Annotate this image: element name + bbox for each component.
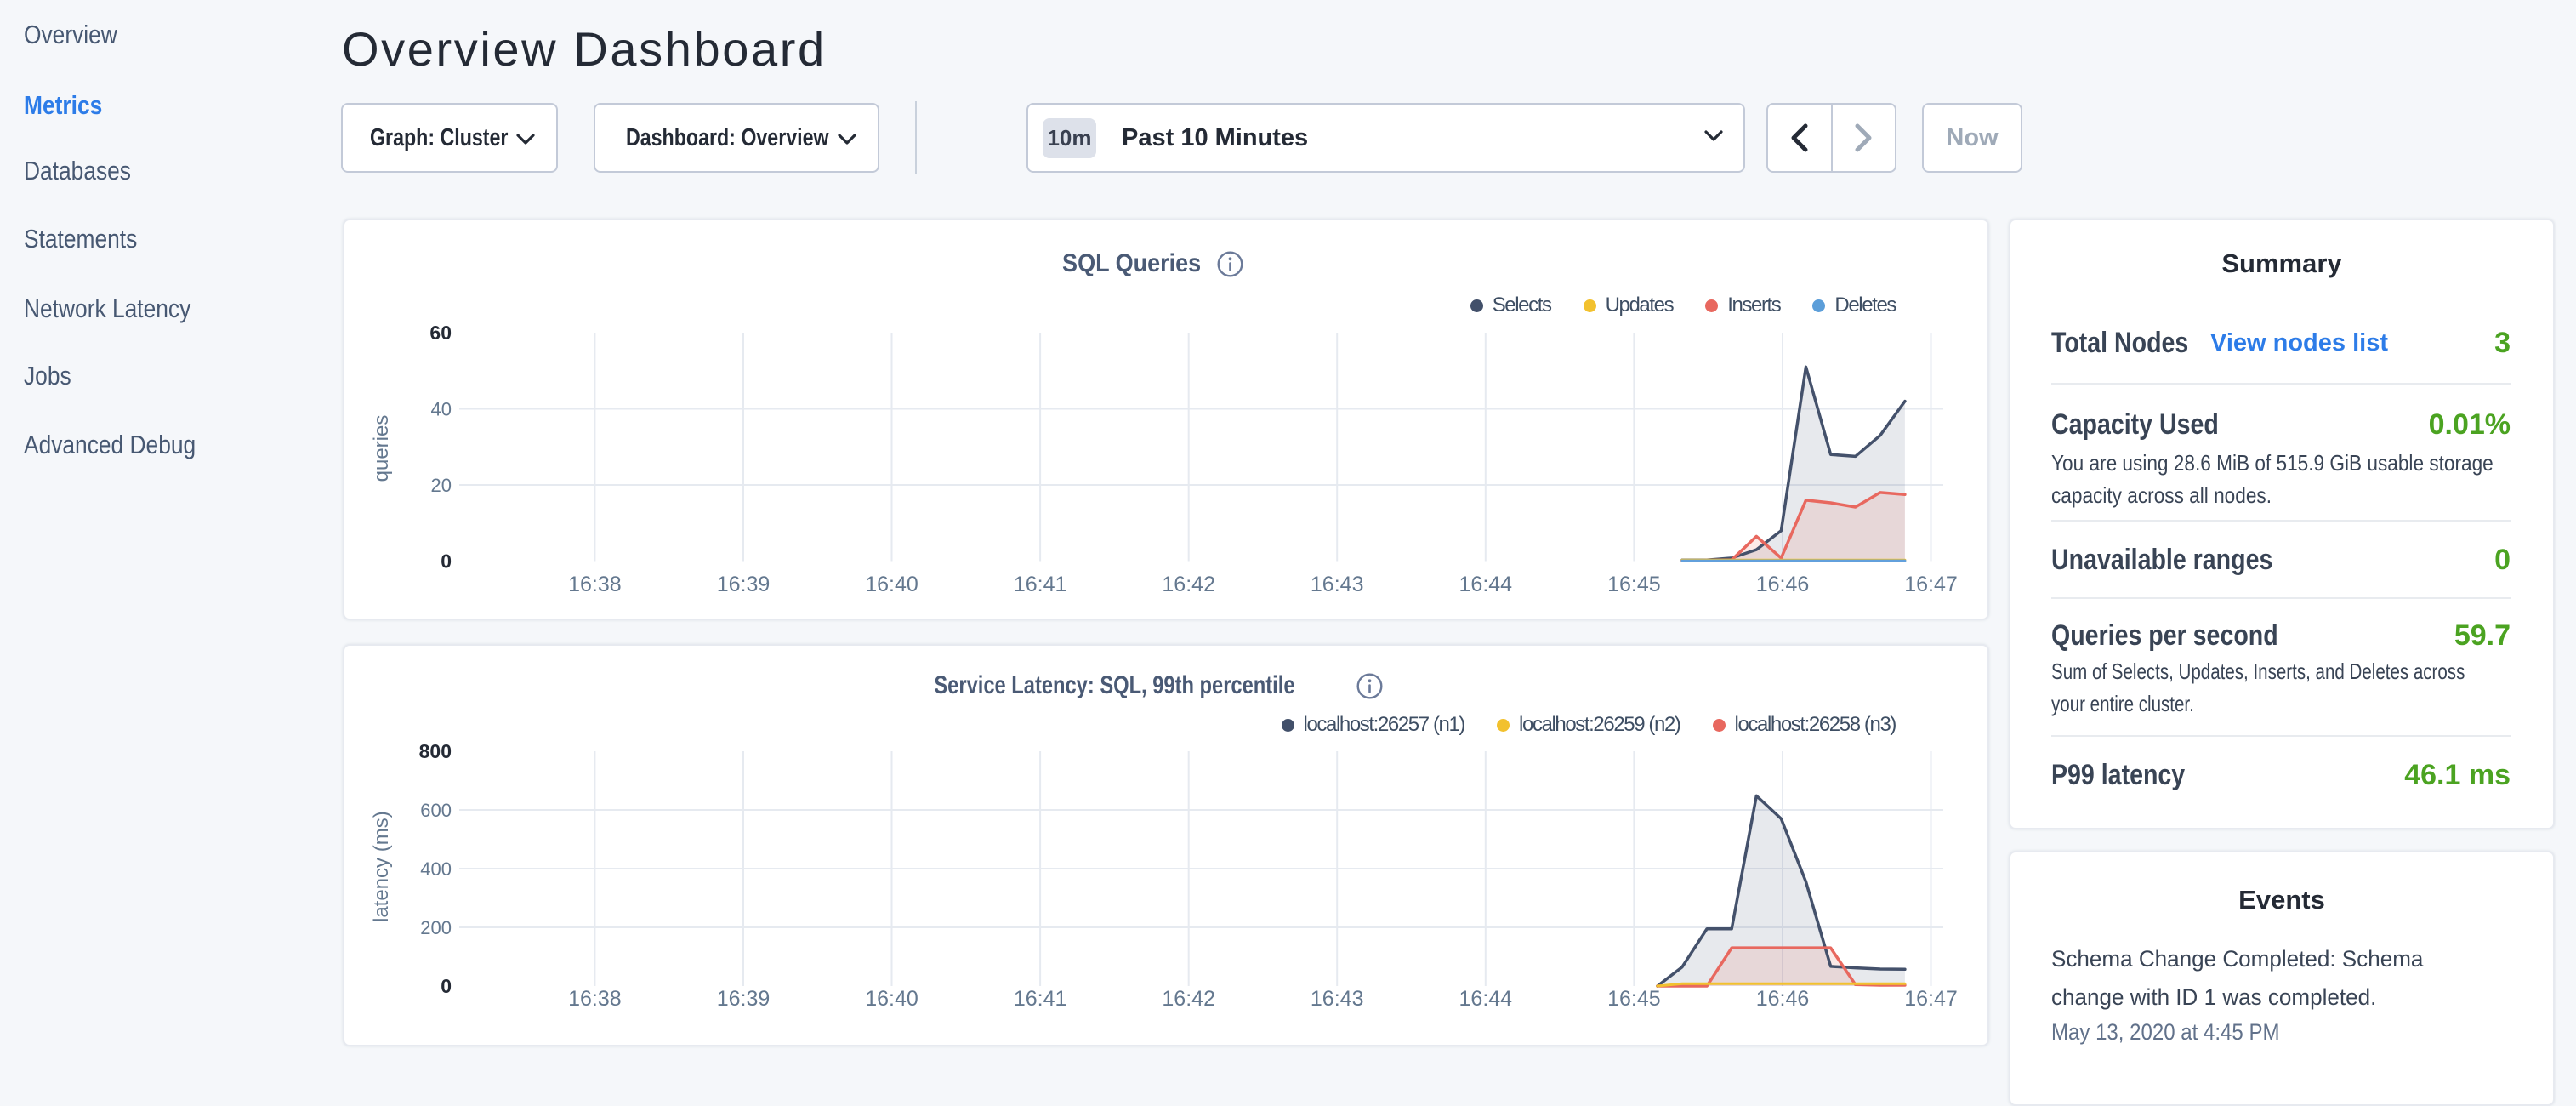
- svg-text:16:43: 16:43: [1311, 573, 1364, 596]
- svg-text:16:47: 16:47: [1904, 987, 1958, 1011]
- svg-text:200: 200: [420, 917, 452, 938]
- svg-text:16:40: 16:40: [865, 573, 918, 596]
- svg-text:40: 40: [431, 399, 452, 420]
- svg-text:16:45: 16:45: [1607, 987, 1661, 1011]
- svg-text:16:43: 16:43: [1311, 987, 1364, 1011]
- svg-text:16:45: 16:45: [1607, 573, 1661, 596]
- svg-text:16:46: 16:46: [1756, 573, 1810, 596]
- svg-text:16:41: 16:41: [1014, 573, 1067, 596]
- svg-text:20: 20: [431, 475, 452, 496]
- svg-text:60: 60: [429, 322, 452, 344]
- svg-text:0: 0: [441, 975, 452, 997]
- svg-text:16:38: 16:38: [568, 987, 622, 1011]
- svg-text:16:47: 16:47: [1904, 573, 1958, 596]
- svg-text:16:38: 16:38: [568, 573, 622, 596]
- svg-text:16:44: 16:44: [1459, 573, 1513, 596]
- svg-text:600: 600: [420, 800, 452, 821]
- svg-text:16:42: 16:42: [1162, 573, 1215, 596]
- svg-text:16:41: 16:41: [1014, 987, 1067, 1011]
- svg-text:16:42: 16:42: [1162, 987, 1215, 1011]
- svg-text:16:40: 16:40: [865, 987, 918, 1011]
- svg-text:800: 800: [419, 740, 452, 762]
- svg-text:16:39: 16:39: [717, 573, 771, 596]
- svg-text:16:44: 16:44: [1459, 987, 1513, 1011]
- svg-text:16:46: 16:46: [1756, 987, 1810, 1011]
- svg-text:400: 400: [420, 858, 452, 880]
- svg-text:0: 0: [441, 550, 452, 573]
- svg-text:16:39: 16:39: [717, 987, 771, 1011]
